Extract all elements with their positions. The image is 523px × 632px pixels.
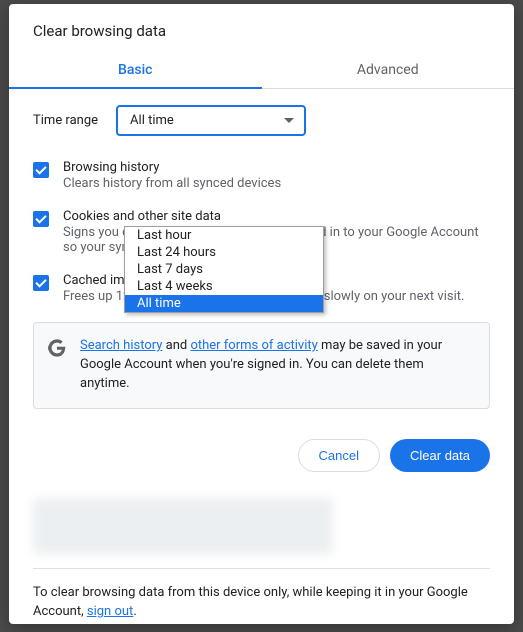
dropdown-item-last-4-weeks[interactable]: Last 4 weeks: [125, 278, 323, 295]
option-title: Cookies and other site data: [63, 209, 490, 224]
checkbox-cache[interactable]: [33, 275, 49, 291]
profile-zone-blurred: [33, 498, 333, 554]
caret-down-icon: [284, 118, 294, 124]
option-desc: Clears history from all synced devices: [63, 176, 281, 191]
dropdown-item-all-time[interactable]: All time: [125, 295, 323, 312]
info-text: Search history and other forms of activi…: [80, 337, 475, 394]
time-range-label: Time range: [33, 113, 98, 128]
option-title: Browsing history: [63, 160, 281, 175]
time-range-dropdown[interactable]: Last hour Last 24 hours Last 7 days Last…: [124, 226, 324, 313]
clear-browsing-data-dialog: Clear browsing data Basic Advanced Time …: [9, 4, 514, 624]
other-activity-link[interactable]: other forms of activity: [190, 338, 317, 353]
dropdown-item-last-7-days[interactable]: Last 7 days: [125, 261, 323, 278]
dialog-title: Clear browsing data: [9, 4, 514, 54]
info-box: Search history and other forms of activi…: [33, 322, 490, 409]
google-icon: [48, 339, 66, 357]
search-history-link[interactable]: Search history: [80, 338, 162, 353]
clear-data-button[interactable]: Clear data: [390, 439, 490, 472]
time-range-value: All time: [130, 113, 174, 128]
dropdown-item-last-24-hours[interactable]: Last 24 hours: [125, 244, 323, 261]
dropdown-item-last-hour[interactable]: Last hour: [125, 227, 323, 244]
tab-basic[interactable]: Basic: [9, 54, 262, 88]
footer-text: To clear browsing data from this device …: [9, 569, 514, 622]
tab-advanced[interactable]: Advanced: [262, 54, 515, 88]
checkbox-cookies[interactable]: [33, 211, 49, 227]
checkbox-browsing-history[interactable]: [33, 162, 49, 178]
cancel-button[interactable]: Cancel: [298, 439, 380, 472]
tabs: Basic Advanced: [9, 54, 514, 89]
time-range-select[interactable]: All time: [116, 105, 306, 136]
sign-out-link[interactable]: sign out: [87, 604, 133, 619]
